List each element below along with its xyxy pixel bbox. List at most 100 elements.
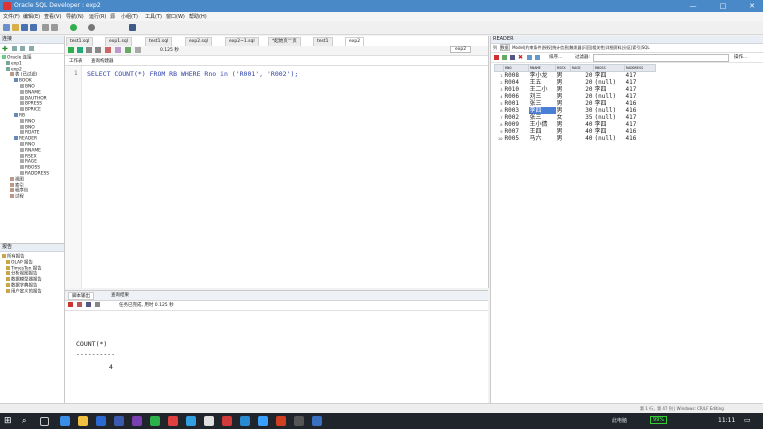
- table-cell[interactable]: 李四: [594, 100, 625, 107]
- wechat-icon[interactable]: [150, 416, 160, 426]
- table-cell[interactable]: 张三: [529, 100, 556, 107]
- run-script-icon[interactable]: [77, 47, 83, 53]
- tab-columns[interactable]: 列: [493, 45, 497, 50]
- debug-icon[interactable]: [88, 24, 95, 31]
- tab-indexes[interactable]: 索引: [632, 45, 640, 50]
- editor-tab[interactable]: *起始页™页: [268, 37, 301, 46]
- notification-icon[interactable]: ▭: [744, 416, 751, 424]
- table-cell[interactable]: 30: [571, 107, 594, 114]
- tab-worksheet[interactable]: 工作表: [69, 58, 83, 64]
- sort-button[interactable]: 排序...: [549, 54, 562, 60]
- refresh-icon[interactable]: [527, 55, 532, 60]
- app-icon[interactable]: [114, 416, 124, 426]
- add-connection-icon[interactable]: ✚: [2, 45, 8, 53]
- table-cell[interactable]: 416: [625, 128, 656, 135]
- table-row[interactable]: 5 R001 张三男 20 李四 416: [495, 100, 656, 107]
- app-icon[interactable]: [168, 416, 178, 426]
- table-cell[interactable]: 417: [625, 79, 656, 86]
- col-header-rboss[interactable]: RBOSS: [593, 64, 625, 72]
- editor-tab[interactable]: exp1.sql: [105, 37, 132, 46]
- tab-details[interactable]: 详细资料: [606, 45, 622, 50]
- app-icon[interactable]: [240, 416, 250, 426]
- table-cell[interactable]: 李小龙: [529, 72, 556, 80]
- open-icon[interactable]: [12, 24, 19, 31]
- actions-menu[interactable]: 操作...: [734, 54, 747, 60]
- schema-icon[interactable]: [29, 46, 34, 51]
- tab-constraints[interactable]: 约束条件: [525, 45, 541, 50]
- tab-statistics[interactable]: 统计信息: [552, 45, 568, 50]
- autotrace-icon[interactable]: [105, 47, 111, 53]
- chrome-icon[interactable]: [204, 416, 214, 426]
- app-icon[interactable]: [132, 416, 142, 426]
- tab-sql[interactable]: SQL: [642, 45, 650, 50]
- run-statement-icon[interactable]: [68, 47, 74, 53]
- delete-row-icon[interactable]: ✖: [518, 54, 523, 61]
- new-icon[interactable]: [3, 24, 10, 31]
- undo-icon[interactable]: [42, 24, 49, 31]
- col-header-rage[interactable]: RAGE: [570, 64, 594, 72]
- word-icon[interactable]: [96, 416, 106, 426]
- table-cell[interactable]: 王五: [529, 79, 556, 86]
- tab-data[interactable]: 数据: [499, 44, 510, 51]
- tab-query-builder[interactable]: 查询构建器: [91, 58, 114, 64]
- table-cell[interactable]: 女: [556, 114, 571, 121]
- table-cell[interactable]: 40: [571, 135, 594, 142]
- table-cell[interactable]: 20: [571, 79, 594, 86]
- menu-edit[interactable]: 编辑(E): [23, 13, 40, 20]
- refresh-icon[interactable]: [12, 46, 17, 51]
- redo-icon[interactable]: [51, 24, 58, 31]
- save-output-icon[interactable]: [86, 302, 91, 307]
- table-cell[interactable]: 417: [625, 72, 656, 80]
- tab-grants[interactable]: 授权: [543, 45, 551, 50]
- task-view-icon[interactable]: [40, 417, 49, 426]
- table-cell[interactable]: (null): [594, 93, 625, 100]
- table-row[interactable]: 10 R005 马六男 40 (null) 416: [495, 135, 656, 142]
- table-cell[interactable]: 男: [556, 93, 571, 100]
- search-icon[interactable]: ⌕: [22, 416, 32, 426]
- table-cell[interactable]: (null): [594, 107, 625, 114]
- table-cell[interactable]: (null): [594, 79, 625, 86]
- tab-dependencies[interactable]: 相关性: [592, 45, 604, 50]
- tab-script-output[interactable]: 脚本输出: [68, 292, 94, 300]
- table-row[interactable]: 3 R010 王二小男 20 李四 417: [495, 86, 656, 93]
- table-cell[interactable]: 35: [571, 114, 594, 121]
- pin-icon[interactable]: [68, 302, 73, 307]
- table-cell[interactable]: 王二小: [529, 86, 556, 93]
- table-cell[interactable]: (null): [594, 135, 625, 142]
- table-cell[interactable]: 417: [625, 86, 656, 93]
- table-cell[interactable]: R002: [504, 114, 529, 121]
- menu-view[interactable]: 查看(V): [44, 13, 61, 20]
- menu-help[interactable]: 帮助(H): [189, 13, 207, 20]
- table-cell[interactable]: 417: [625, 114, 656, 121]
- tab-query-result[interactable]: 查询结果: [108, 292, 132, 298]
- table-cell[interactable]: 李四: [594, 86, 625, 93]
- print-output-icon[interactable]: [95, 302, 100, 307]
- table-cell[interactable]: 男: [556, 121, 571, 128]
- save-all-icon[interactable]: [30, 24, 37, 31]
- col-header-rsex[interactable]: RSEX: [555, 64, 571, 72]
- table-cell[interactable]: 416: [625, 135, 656, 142]
- tab-triggers[interactable]: 触发器: [570, 45, 582, 50]
- table-cell[interactable]: 马六: [529, 135, 556, 142]
- table-row[interactable]: 2 R004 王五男 20 (null) 417: [495, 79, 656, 86]
- table-cell[interactable]: R006: [504, 93, 529, 100]
- table-cell[interactable]: 416: [625, 100, 656, 107]
- table-cell[interactable]: 40: [571, 128, 594, 135]
- table-cell[interactable]: 20: [571, 86, 594, 93]
- app-icon[interactable]: [222, 416, 232, 426]
- qq-icon[interactable]: [186, 416, 196, 426]
- minimize-button[interactable]: —: [683, 0, 703, 12]
- filter-icon[interactable]: [20, 46, 25, 51]
- explain-plan-icon[interactable]: [115, 47, 121, 53]
- tree-node[interactable]: 用户定义的报告: [2, 288, 64, 295]
- app-icon[interactable]: [312, 416, 322, 426]
- commit-icon[interactable]: [86, 47, 92, 53]
- menu-run[interactable]: 运行(R): [89, 13, 106, 20]
- table-cell[interactable]: 20: [571, 100, 594, 107]
- table-cell[interactable]: R005: [504, 135, 529, 142]
- insert-row-icon[interactable]: [502, 55, 507, 60]
- table-cell[interactable]: 男: [556, 128, 571, 135]
- table-cell[interactable]: 20: [571, 93, 594, 100]
- sql-text[interactable]: SELECT COUNT(*) FROM RB WHERE Rno in ('R…: [87, 70, 298, 78]
- table-cell[interactable]: 张三: [529, 114, 556, 121]
